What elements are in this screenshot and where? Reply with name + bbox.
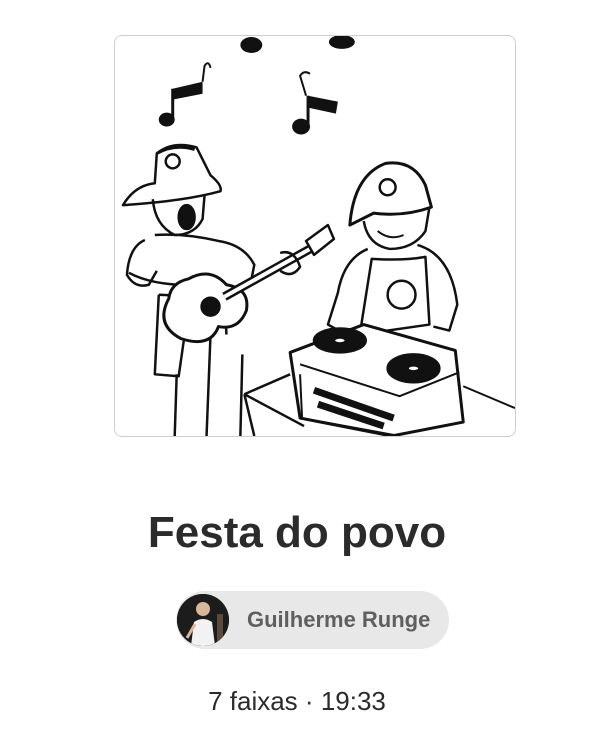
artist-photo-avatar xyxy=(177,594,229,646)
album-cover-art xyxy=(121,36,515,436)
album-meta: 7 faixas · 19:33 xyxy=(0,684,594,718)
meta-separator: · xyxy=(304,686,314,716)
dj-figure xyxy=(243,161,515,436)
artist-name: Guilherme Runge xyxy=(247,607,431,632)
album-title: Festa do povo xyxy=(147,508,447,557)
album-cover[interactable] xyxy=(114,35,516,437)
album-duration: 19:33 xyxy=(320,686,386,716)
artist-chip[interactable]: Guilherme Runge xyxy=(176,591,449,649)
track-count: 7 faixas xyxy=(208,686,298,716)
music-note-icon xyxy=(158,36,355,135)
